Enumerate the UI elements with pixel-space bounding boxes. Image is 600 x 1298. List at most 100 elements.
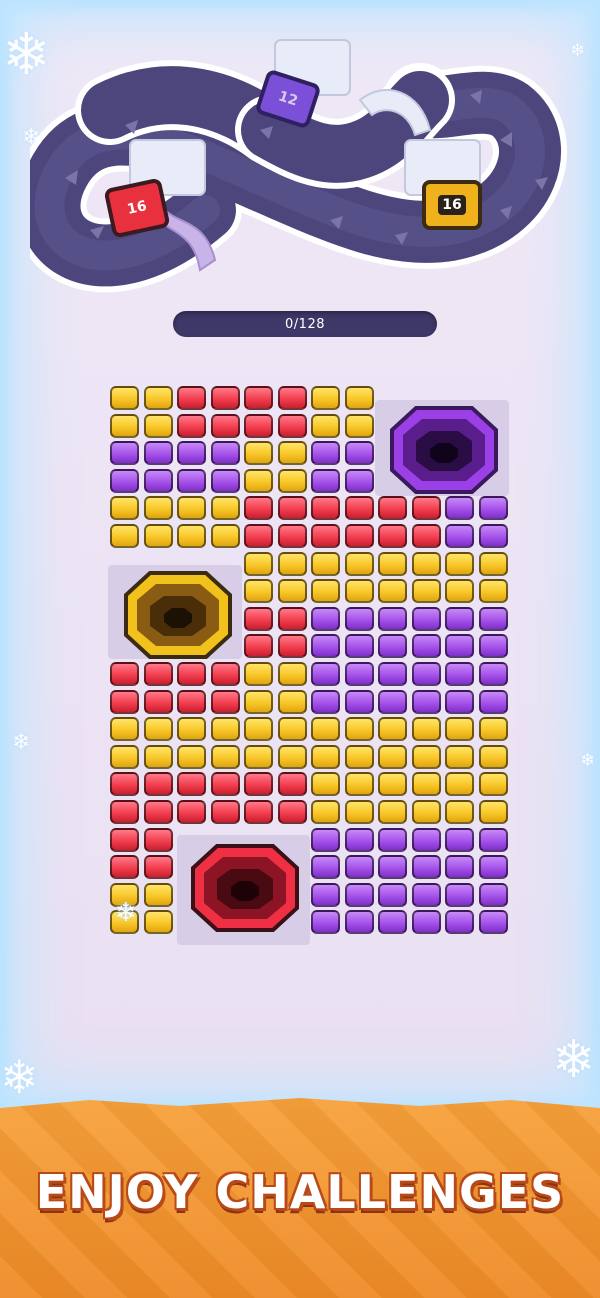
red-block[interactable] xyxy=(244,606,273,631)
yellow-block[interactable] xyxy=(445,744,474,769)
red-block[interactable] xyxy=(143,772,173,797)
red-block[interactable] xyxy=(177,662,206,686)
red-block[interactable] xyxy=(411,524,441,548)
purple-block[interactable] xyxy=(478,910,508,935)
red-block[interactable] xyxy=(177,413,206,438)
yellow-block[interactable] xyxy=(311,744,340,769)
purple-block[interactable] xyxy=(445,606,474,631)
yellow-block[interactable] xyxy=(311,386,340,410)
purple-block[interactable] xyxy=(344,855,374,880)
purple-block[interactable] xyxy=(378,662,407,686)
yellow-block[interactable] xyxy=(445,551,474,576)
yellow-block[interactable] xyxy=(311,800,340,824)
purple-block[interactable] xyxy=(478,634,508,659)
purple-block[interactable] xyxy=(478,882,508,907)
purple-block[interactable] xyxy=(445,855,474,880)
purple-block[interactable] xyxy=(411,827,441,852)
purple-block[interactable] xyxy=(411,689,441,714)
purple-block[interactable] xyxy=(311,634,340,659)
purple-block[interactable] xyxy=(378,910,407,935)
yellow-block[interactable] xyxy=(244,579,273,604)
red-block[interactable] xyxy=(277,496,307,521)
yellow-block[interactable] xyxy=(478,744,508,769)
purple-block[interactable] xyxy=(311,662,340,686)
red-block[interactable] xyxy=(378,496,407,521)
red-block[interactable] xyxy=(277,524,307,548)
red-block[interactable] xyxy=(210,413,240,438)
purple-block[interactable] xyxy=(143,468,173,493)
red-block[interactable] xyxy=(244,524,273,548)
yellow-block[interactable] xyxy=(378,551,407,576)
yellow-block[interactable] xyxy=(478,579,508,604)
yellow-block[interactable] xyxy=(143,882,173,907)
purple-block[interactable] xyxy=(411,634,441,659)
red-block[interactable] xyxy=(311,524,340,548)
red-block[interactable] xyxy=(143,689,173,714)
yellow-block[interactable] xyxy=(244,689,273,714)
yellow-block[interactable] xyxy=(210,496,240,521)
red-block[interactable] xyxy=(110,827,139,852)
yellow-block[interactable] xyxy=(277,717,307,742)
purple-block[interactable] xyxy=(478,496,508,521)
yellow-block[interactable] xyxy=(411,717,441,742)
yellow-block[interactable] xyxy=(378,800,407,824)
red-block[interactable] xyxy=(177,689,206,714)
purple-block[interactable] xyxy=(478,689,508,714)
purple-block[interactable] xyxy=(445,910,474,935)
yellow-block[interactable] xyxy=(143,413,173,438)
red-block[interactable] xyxy=(244,386,273,410)
yellow-block[interactable] xyxy=(210,717,240,742)
red-block[interactable] xyxy=(210,689,240,714)
yellow-block[interactable] xyxy=(344,744,374,769)
purple-block[interactable] xyxy=(378,689,407,714)
yellow-block[interactable] xyxy=(411,772,441,797)
yellow-block[interactable] xyxy=(411,579,441,604)
red-block[interactable] xyxy=(143,662,173,686)
red-block[interactable] xyxy=(110,772,139,797)
yellow-block[interactable] xyxy=(277,551,307,576)
purple-block[interactable] xyxy=(311,441,340,466)
purple-block[interactable] xyxy=(478,827,508,852)
purple-block[interactable] xyxy=(411,606,441,631)
yellow-block[interactable] xyxy=(311,579,340,604)
yellow-block[interactable] xyxy=(143,496,173,521)
purple-block[interactable] xyxy=(177,441,206,466)
yellow-block[interactable] xyxy=(143,744,173,769)
purple-block[interactable] xyxy=(311,855,340,880)
purple-block[interactable] xyxy=(344,910,374,935)
yellow-block[interactable] xyxy=(277,579,307,604)
red-block[interactable] xyxy=(110,800,139,824)
red-block[interactable] xyxy=(277,772,307,797)
purple-block[interactable] xyxy=(344,689,374,714)
red-block[interactable] xyxy=(277,634,307,659)
yellow-block[interactable] xyxy=(478,800,508,824)
red-block[interactable] xyxy=(177,386,206,410)
purple-block[interactable] xyxy=(344,441,374,466)
yellow-block[interactable] xyxy=(478,717,508,742)
red-hole[interactable] xyxy=(189,843,301,933)
red-block[interactable] xyxy=(411,496,441,521)
yellow-block[interactable] xyxy=(311,413,340,438)
yellow-block[interactable] xyxy=(411,800,441,824)
yellow-block[interactable] xyxy=(311,551,340,576)
purple-block[interactable] xyxy=(344,634,374,659)
purple-block[interactable] xyxy=(143,441,173,466)
purple-block[interactable] xyxy=(378,634,407,659)
yellow-block[interactable] xyxy=(277,689,307,714)
purple-block[interactable] xyxy=(344,468,374,493)
purple-block[interactable] xyxy=(445,662,474,686)
red-block[interactable] xyxy=(143,800,173,824)
red-block[interactable] xyxy=(244,496,273,521)
yellow-block[interactable] xyxy=(445,579,474,604)
purple-block[interactable] xyxy=(411,910,441,935)
red-block[interactable] xyxy=(210,772,240,797)
yellow-block[interactable] xyxy=(344,579,374,604)
yellow-block[interactable] xyxy=(110,386,139,410)
red-block[interactable] xyxy=(311,496,340,521)
purple-block[interactable] xyxy=(344,606,374,631)
yellow-block[interactable] xyxy=(378,772,407,797)
yellow-block[interactable] xyxy=(277,441,307,466)
purple-hole[interactable] xyxy=(388,405,500,495)
purple-block[interactable] xyxy=(210,468,240,493)
yellow-block[interactable] xyxy=(311,772,340,797)
